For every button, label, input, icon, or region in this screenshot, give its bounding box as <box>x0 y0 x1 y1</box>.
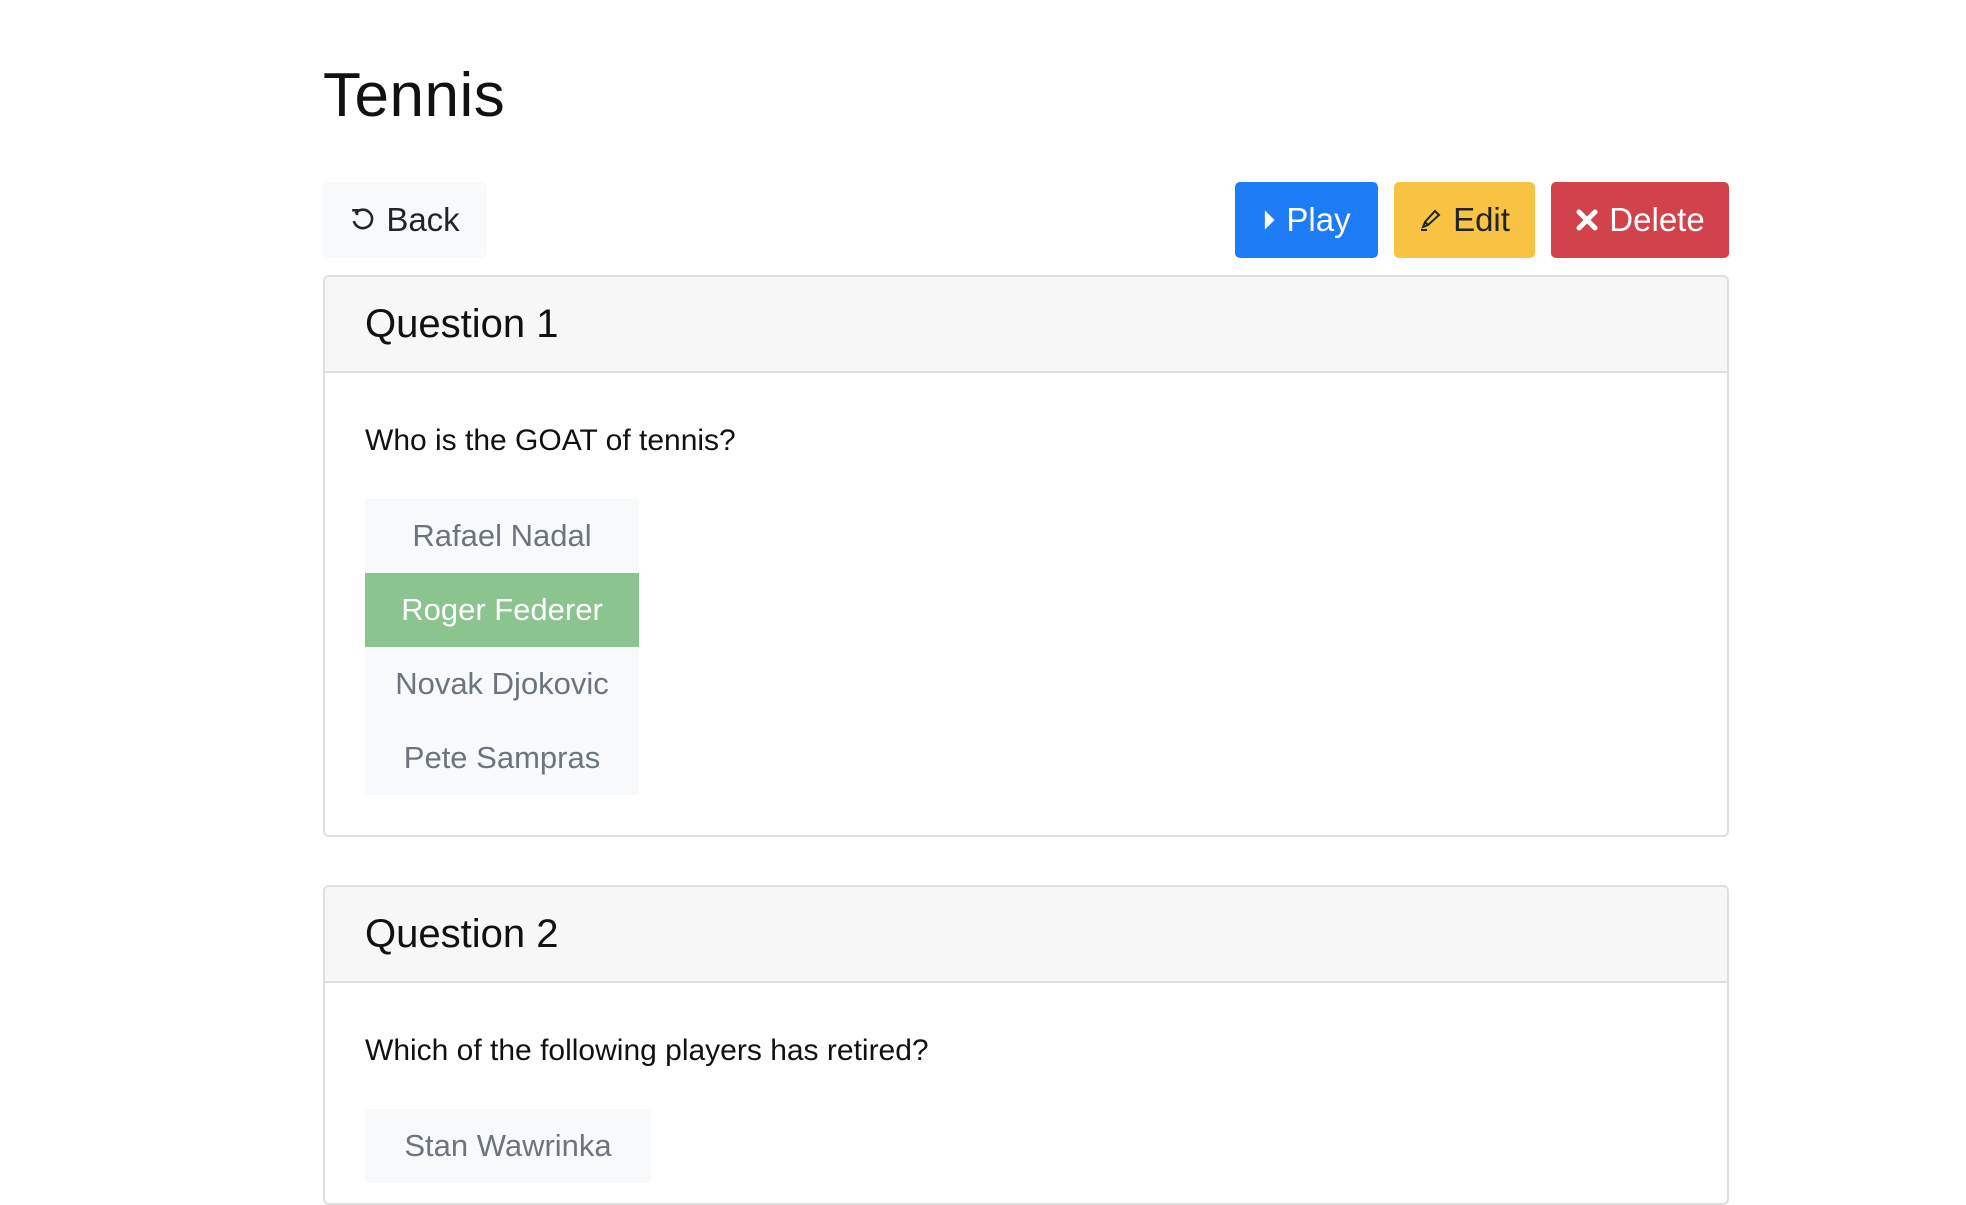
edit-button[interactable]: Edit <box>1394 182 1535 258</box>
play-button-label: Play <box>1286 201 1351 238</box>
answer-option-correct[interactable]: Roger Federer <box>365 573 639 647</box>
delete-button[interactable]: Delete <box>1551 182 1729 258</box>
answer-option[interactable]: Stan Wawrinka <box>365 1109 651 1183</box>
question-text: Who is the GOAT of tennis? <box>365 424 736 457</box>
quiz-container: Tennis Back Play Edit Delete Question 1 … <box>323 0 1729 1205</box>
question-card: Question 1 Who is the GOAT of tennis? Ra… <box>323 275 1729 837</box>
question-header: Question 1 <box>325 277 1727 373</box>
question-text: Which of the following players has retir… <box>365 1034 929 1067</box>
play-button[interactable]: Play <box>1235 182 1378 258</box>
question-card: Question 2 Which of the following player… <box>323 885 1729 1205</box>
question-body: Who is the GOAT of tennis? Rafael Nadal … <box>325 373 1727 835</box>
page-title: Tennis <box>323 61 506 130</box>
caret-right-icon <box>1262 209 1276 231</box>
answer-options: Stan Wawrinka <box>365 1109 651 1183</box>
back-button[interactable]: Back <box>323 182 487 258</box>
undo-icon <box>350 207 376 233</box>
delete-button-label: Delete <box>1609 201 1705 238</box>
answer-option[interactable]: Rafael Nadal <box>365 499 639 573</box>
answer-option[interactable]: Novak Djokovic <box>365 647 639 721</box>
edit-button-label: Edit <box>1453 201 1510 238</box>
back-button-label: Back <box>386 201 460 238</box>
answer-options: Rafael Nadal Roger Federer Novak Djokovi… <box>365 499 639 795</box>
x-icon <box>1575 208 1599 232</box>
toolbar: Back Play Edit Delete <box>323 182 1729 258</box>
pencil-icon <box>1419 207 1443 233</box>
question-body: Which of the following players has retir… <box>325 983 1727 1203</box>
question-header: Question 2 <box>325 887 1727 983</box>
answer-option[interactable]: Pete Sampras <box>365 721 639 795</box>
